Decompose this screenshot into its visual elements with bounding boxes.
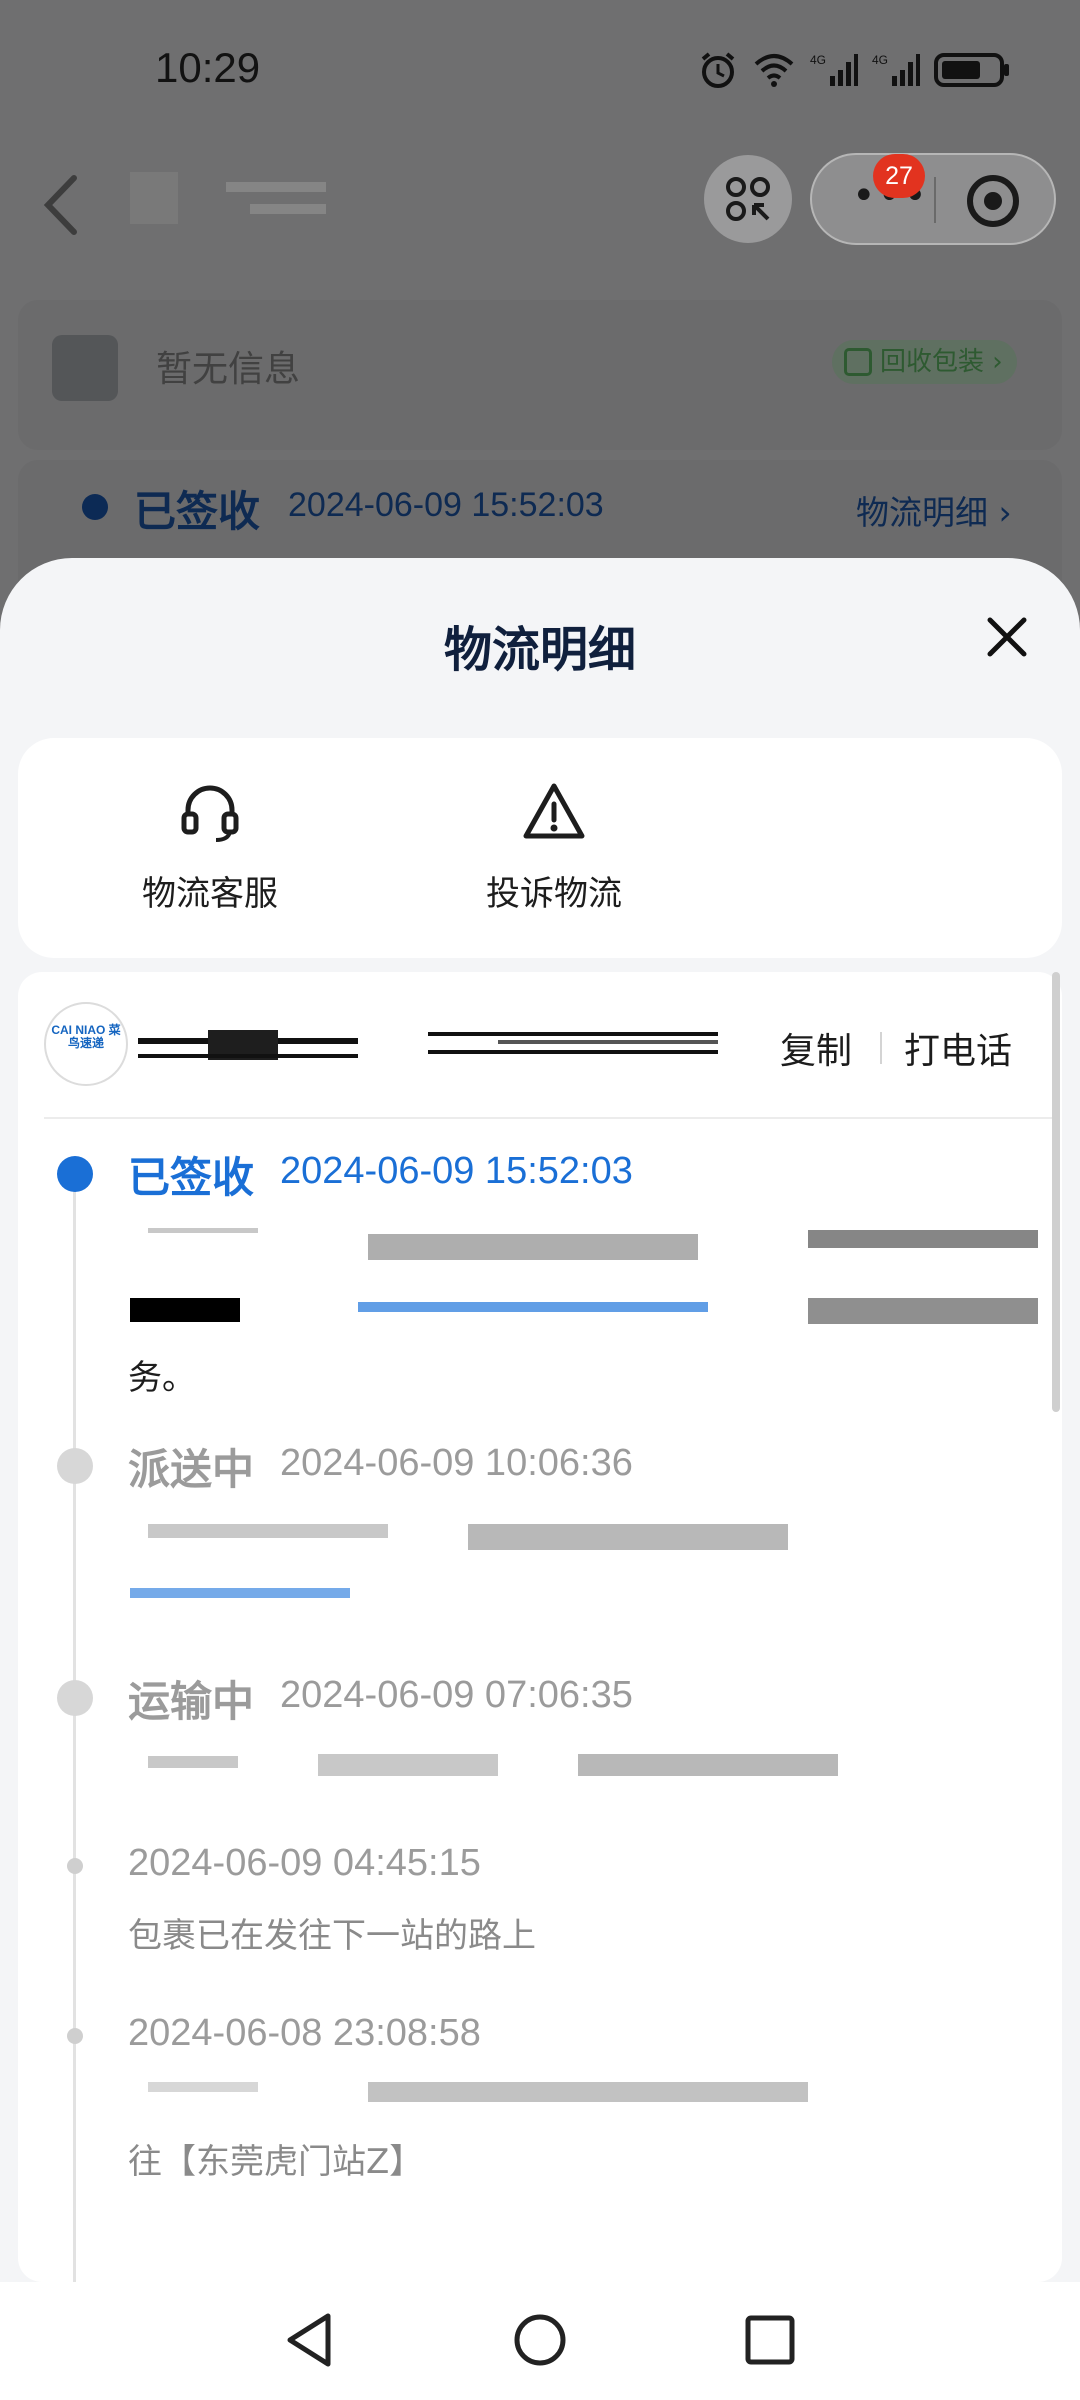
timeline-node-active bbox=[57, 1156, 93, 1192]
bg-signed-status: 已签收 bbox=[134, 487, 261, 536]
copy-button[interactable]: 复制 bbox=[780, 1022, 852, 1074]
svg-text:4G: 4G bbox=[810, 53, 826, 67]
svg-text:4G: 4G bbox=[872, 53, 888, 67]
event-time: 2024-06-08 23:08:58 bbox=[128, 2012, 481, 2054]
system-nav-bar bbox=[0, 2282, 1080, 2400]
alarm-icon bbox=[701, 52, 735, 88]
event-desc: 往【东莞虎门站Z】 bbox=[128, 2142, 424, 2182]
home-nav-icon[interactable] bbox=[512, 2310, 568, 2370]
divider bbox=[44, 1117, 1054, 1119]
event-status: 派送中 bbox=[128, 1445, 255, 1494]
bg-status-dot bbox=[82, 494, 108, 520]
wifi-icon bbox=[754, 54, 794, 87]
timeline-line bbox=[73, 1172, 76, 2282]
timeline-node-small bbox=[67, 2028, 83, 2044]
event-desc: 务。 bbox=[128, 1358, 196, 1398]
timeline-node bbox=[57, 1448, 93, 1484]
desc-redacted bbox=[130, 1588, 350, 1598]
recycle-label: 回收包装 bbox=[880, 347, 985, 377]
bg-no-info-text: 暂无信息 bbox=[156, 349, 301, 390]
desc-redacted bbox=[368, 2082, 808, 2102]
mini-app-home-button[interactable] bbox=[704, 155, 792, 243]
customer-service-label: 物流客服 bbox=[142, 874, 278, 914]
event-time: 2024-06-09 10:06:36 bbox=[280, 1442, 633, 1484]
status-bar: 10:29 4G 4G bbox=[0, 0, 1080, 140]
desc-redacted bbox=[148, 1524, 388, 1538]
cainiao-logo: CAI NIAO 菜鸟速递 bbox=[44, 1002, 128, 1086]
headset-icon bbox=[181, 785, 239, 842]
logo-text: CAI NIAO 菜鸟速递 bbox=[51, 1023, 121, 1050]
tracking-card: CAI NIAO 菜鸟速递 复制 打电话 已签收 2024-06-09 15:5… bbox=[18, 972, 1062, 2282]
event-time: 2024-06-09 15:52:03 bbox=[280, 1150, 633, 1192]
package-icon bbox=[52, 335, 118, 401]
redacted-line bbox=[428, 1050, 718, 1054]
scrollbar[interactable] bbox=[1052, 972, 1060, 1412]
event-status: 运输中 bbox=[128, 1677, 255, 1726]
button-divider bbox=[880, 1032, 882, 1064]
sheet-title: 物流明细 bbox=[443, 622, 636, 678]
redacted-line bbox=[498, 1040, 718, 1044]
warning-icon bbox=[523, 783, 585, 839]
desc-redacted bbox=[148, 1228, 258, 1233]
desc-redacted bbox=[368, 1234, 698, 1260]
customer-service-button[interactable]: 物流客服 bbox=[90, 738, 330, 958]
event-desc: 包裹已在发往下一站的路上 bbox=[128, 1916, 536, 1956]
desc-redacted bbox=[468, 1524, 788, 1550]
desc-redacted bbox=[808, 1230, 1038, 1248]
notification-badge: 27 bbox=[873, 154, 925, 198]
recycle-package-button[interactable]: 回收包装 › bbox=[832, 340, 1017, 384]
event-status: 已签收 bbox=[128, 1153, 255, 1202]
desc-redacted bbox=[808, 1298, 1038, 1324]
status-time: 10:29 bbox=[155, 44, 261, 91]
desc-redacted bbox=[148, 1756, 238, 1768]
recents-nav-icon[interactable] bbox=[742, 2310, 798, 2370]
battery-icon bbox=[934, 53, 1009, 87]
action-card: 物流客服 投诉物流 bbox=[18, 738, 1062, 958]
bg-signed-time: 2024-06-09 15:52:03 bbox=[288, 486, 604, 524]
event-time: 2024-06-09 07:06:35 bbox=[280, 1674, 633, 1716]
redacted-line bbox=[428, 1032, 718, 1036]
bg-detail-link[interactable]: 物流明细 › bbox=[856, 486, 1012, 534]
signal-4g-icon-2: 4G bbox=[872, 53, 920, 86]
grid-icon bbox=[726, 177, 770, 221]
complaint-button[interactable]: 投诉物流 bbox=[434, 738, 674, 958]
desc-redacted bbox=[130, 1298, 240, 1322]
mini-app-capsule: ••• bbox=[810, 153, 1056, 245]
back-icon[interactable] bbox=[36, 170, 86, 240]
complaint-label: 投诉物流 bbox=[486, 874, 622, 914]
desc-redacted bbox=[318, 1754, 498, 1776]
desc-redacted bbox=[578, 1754, 838, 1776]
timeline-node bbox=[57, 1680, 93, 1716]
back-nav-icon[interactable] bbox=[282, 2310, 336, 2370]
redacted-line bbox=[138, 1054, 358, 1058]
capsule-divider bbox=[934, 177, 936, 223]
logistics-detail-sheet: 物流明细 物流客服 投诉物流 CAI NIAO 菜鸟速递 复制 打电话 已签收 … bbox=[0, 558, 1080, 2282]
call-button[interactable]: 打电话 bbox=[904, 1022, 1012, 1074]
close-icon[interactable] bbox=[982, 612, 1032, 662]
close-miniapp-icon[interactable] bbox=[967, 175, 1019, 227]
desc-redacted bbox=[358, 1302, 708, 1312]
timeline-node-small bbox=[67, 1858, 83, 1874]
desc-redacted bbox=[148, 2082, 258, 2092]
signal-4g-icon: 4G bbox=[810, 53, 858, 86]
event-time: 2024-06-09 04:45:15 bbox=[128, 1842, 481, 1884]
recycle-icon bbox=[844, 348, 872, 376]
status-icons: 4G 4G bbox=[698, 50, 1012, 90]
